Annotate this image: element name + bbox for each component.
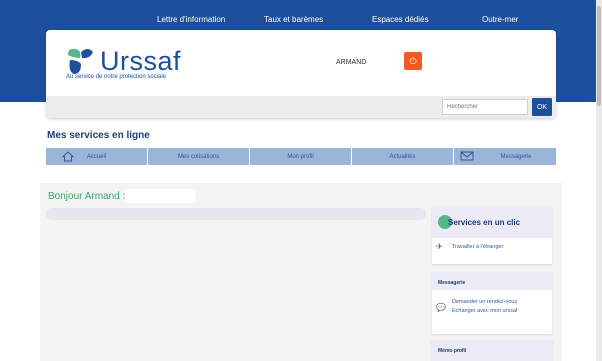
- menu-label: Messagerie: [500, 153, 532, 160]
- top-nav-overseas[interactable]: Outre-mer: [482, 15, 518, 24]
- search-input[interactable]: [442, 99, 528, 115]
- top-nav: Lettre d'information Taux et barèmes Esp…: [0, 0, 600, 30]
- memo-card: Mémo profil: [432, 340, 552, 361]
- menu-item-news[interactable]: Actualités: [352, 148, 454, 165]
- home-icon: [62, 151, 74, 162]
- services-title: Services en un clic: [448, 218, 521, 227]
- messaging-card: Messagerie 💬 Demander un rendez-vous Ech…: [432, 272, 552, 334]
- menu-item-messaging[interactable]: Messagerie: [454, 148, 556, 165]
- power-icon: ⏻: [409, 55, 417, 66]
- memo-card-header: Mémo profil: [432, 340, 552, 361]
- mail-icon: [460, 151, 474, 161]
- top-nav-rates[interactable]: Taux et barèmes: [264, 15, 323, 24]
- scrollbar-thumb[interactable]: [597, 6, 601, 106]
- menu-label: Actualités: [389, 153, 416, 160]
- services-card-header: Services en un clic: [432, 206, 552, 238]
- travel-icon: ✈: [436, 242, 443, 251]
- memo-title: Mémo profil: [438, 348, 467, 354]
- logout-button[interactable]: ⏻: [404, 52, 422, 70]
- section-title: Mes services en ligne: [47, 130, 150, 141]
- chat-icon: 💬: [436, 303, 446, 312]
- exchange-link[interactable]: Echanger avec mon urssaf: [452, 308, 517, 314]
- greeting: Bonjour Armand :: [48, 191, 126, 202]
- messaging-card-header: Messagerie: [432, 272, 552, 290]
- menu-item-contributions[interactable]: Mes cotisations: [148, 148, 250, 165]
- urssaf-logo-icon: [68, 48, 93, 74]
- menu-label: Accueil: [86, 153, 107, 160]
- top-nav-newsletter[interactable]: Lettre d'information: [157, 15, 225, 24]
- search-bar: OK: [46, 96, 556, 118]
- logo-tagline: Au service de notre protection sociale: [66, 74, 167, 80]
- messaging-title: Messagerie: [438, 280, 466, 286]
- menu-label: Mes cotisations: [177, 153, 220, 160]
- travel-abroad-link[interactable]: Travailler à l'étranger: [452, 244, 503, 250]
- search-submit-button[interactable]: OK: [532, 98, 552, 116]
- menu-label: Mon profil: [287, 153, 314, 160]
- appointment-link[interactable]: Demander un rendez-vous: [452, 299, 517, 305]
- menu-item-profile[interactable]: Mon profil: [250, 148, 352, 165]
- greeting-blank-field: [125, 189, 195, 203]
- urssaf-logo-word: Urssaf: [100, 46, 182, 76]
- user-name: ARMAND: [336, 59, 367, 66]
- services-card: Services en un clic ✈ Travailler à l'étr…: [432, 206, 552, 264]
- left-panel: [46, 208, 426, 220]
- menu-item-home[interactable]: Accueil: [46, 148, 148, 165]
- services-menu: Accueil Mes cotisations Mon profil Actua…: [46, 148, 556, 165]
- top-nav-dedicated-spaces[interactable]: Espaces dédiés: [372, 15, 428, 24]
